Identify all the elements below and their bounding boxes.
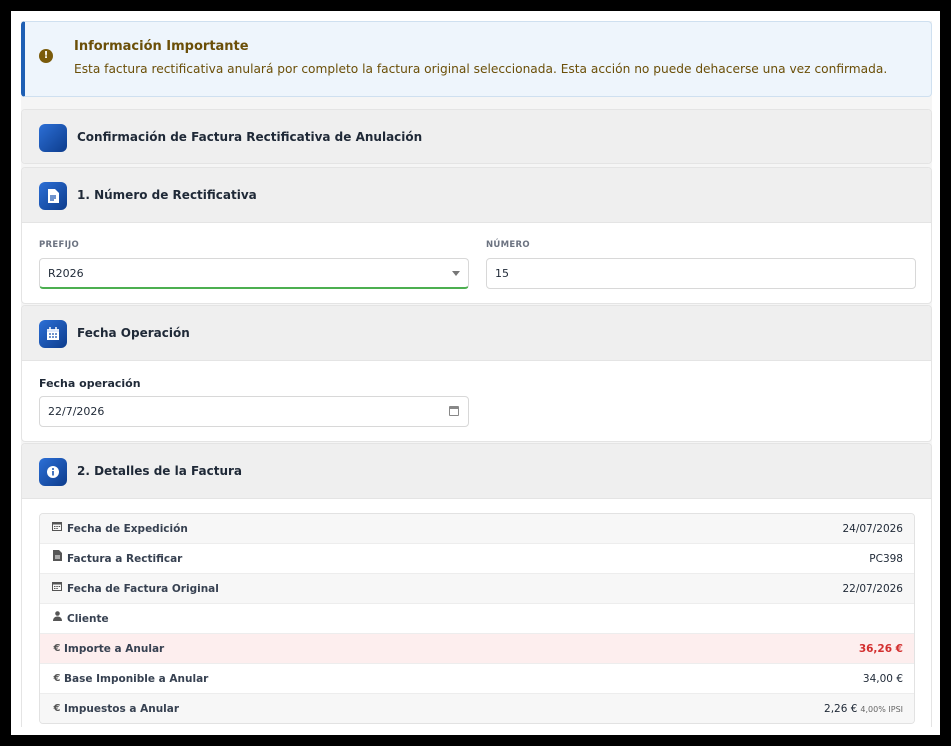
detail-row-base-imponible: € Base Imponible a Anular 34,00 €: [40, 664, 914, 694]
numero-value: 15: [495, 267, 509, 280]
numero-input[interactable]: 15: [486, 258, 916, 289]
prefijo-label: PREFIJO: [39, 240, 80, 250]
detail-value: 34,00 €: [862, 673, 903, 685]
detail-label: Factura a Rectificar: [67, 553, 183, 565]
fecha-operacion-value: 22/7/2026: [48, 405, 105, 418]
detalles-header: 2. Detalles de la Factura: [22, 444, 931, 499]
fecha-header: Fecha Operación: [22, 306, 931, 361]
confirm-header: Confirmación de Factura Rectificativa de…: [22, 110, 931, 163]
tax-rate-badge: 4,00% IPSI: [860, 705, 903, 714]
details-table: Fecha de Expedición 24/07/2026 Factura a…: [39, 513, 915, 724]
numero-header: 1. Número de Rectificativa: [22, 168, 931, 223]
fecha-operacion-label: Fecha operación: [39, 377, 141, 390]
detail-value: 24/07/2026: [842, 523, 903, 535]
confirm-title: Confirmación de Factura Rectificativa de…: [77, 130, 423, 144]
alert-text: Esta factura rectificativa anulará por c…: [74, 62, 888, 76]
detail-value: 2,26 €: [824, 703, 858, 715]
document-icon: [51, 544, 63, 574]
euro-icon: €: [53, 673, 61, 684]
confirm-icon: [39, 124, 67, 152]
euro-icon: €: [53, 703, 61, 714]
exclamation-icon: !: [39, 49, 53, 63]
detail-label: Importe a Anular: [64, 643, 165, 655]
euro-icon: €: [53, 643, 61, 654]
detail-value: PC398: [869, 553, 903, 565]
alert-title: Información Importante: [74, 39, 249, 54]
calendar-icon: [51, 514, 63, 544]
prefijo-value: R2026: [48, 267, 84, 280]
fecha-card: Fecha Operación Fecha operación 22/7/202…: [21, 305, 932, 442]
calendar-icon[interactable]: [449, 406, 459, 416]
detail-label: Base Imponible a Anular: [64, 673, 209, 685]
detail-label: Fecha de Factura Original: [67, 583, 219, 595]
window-frame: ! Información Importante Esta factura re…: [9, 9, 942, 737]
detail-value-highlight: 36,26 €: [858, 643, 903, 655]
fecha-operacion-input[interactable]: 22/7/2026: [39, 396, 469, 427]
user-icon: [51, 604, 63, 634]
document-icon: [39, 182, 67, 210]
detail-label: Fecha de Expedición: [67, 523, 188, 535]
modal-content: ! Información Importante Esta factura re…: [21, 21, 932, 727]
prefijo-select[interactable]: R2026: [39, 258, 469, 289]
fecha-title: Fecha Operación: [77, 326, 190, 340]
detail-label: Impuestos a Anular: [64, 703, 180, 715]
info-alert: ! Información Importante Esta factura re…: [21, 21, 932, 97]
info-icon: [39, 458, 67, 486]
detalles-title: 2. Detalles de la Factura: [77, 464, 242, 478]
confirm-card: Confirmación de Factura Rectificativa de…: [21, 109, 932, 164]
calendar-icon: [39, 320, 67, 348]
numero-label: NÚMERO: [486, 240, 530, 250]
detail-value: 22/07/2026: [842, 583, 903, 595]
detail-label: Cliente: [67, 613, 109, 625]
detail-row-fecha-expedicion: Fecha de Expedición 24/07/2026: [40, 514, 914, 544]
detalles-card: 2. Detalles de la Factura Fecha de Exped…: [21, 443, 932, 727]
chevron-down-icon: [452, 271, 460, 276]
numero-card: 1. Número de Rectificativa PREFIJO R2026…: [21, 167, 932, 304]
detail-row-importe: € Importe a Anular 36,26 €: [40, 634, 914, 664]
detail-row-impuestos: € Impuestos a Anular 2,26 €4,00% IPSI: [40, 694, 914, 723]
detail-row-cliente: Cliente: [40, 604, 914, 634]
numero-title: 1. Número de Rectificativa: [77, 188, 257, 202]
detail-row-fecha-original: Fecha de Factura Original 22/07/2026: [40, 574, 914, 604]
calendar-icon: [51, 574, 63, 604]
detail-row-factura-rectificar: Factura a Rectificar PC398: [40, 544, 914, 574]
detail-value-impuestos: 2,26 €4,00% IPSI: [824, 694, 903, 723]
